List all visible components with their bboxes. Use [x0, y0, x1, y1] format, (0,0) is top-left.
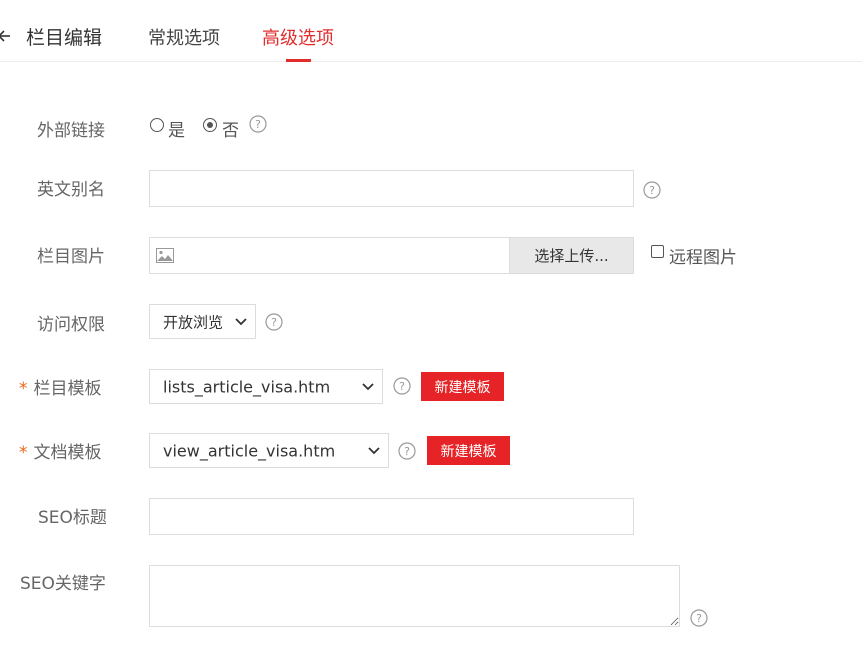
external-link-label: 外部链接	[37, 121, 105, 141]
english-alias-input[interactable]	[149, 170, 634, 207]
chevron-down-icon	[368, 446, 380, 454]
header-bar: 栏目编辑 常规选项 高级选项	[0, 0, 862, 62]
tab-advanced-options[interactable]: 高级选项	[262, 24, 334, 50]
help-icon[interactable]: ?	[690, 609, 708, 627]
help-icon[interactable]: ?	[265, 313, 283, 331]
access-select-value: 开放浏览	[163, 313, 224, 331]
svg-text:?: ?	[271, 316, 277, 329]
back-arrow-icon[interactable]	[0, 28, 12, 44]
external-link-yes-label[interactable]: 是	[168, 116, 185, 141]
required-mark: *	[19, 379, 28, 399]
access-select[interactable]: 开放浏览	[149, 304, 256, 339]
svg-text:?: ?	[399, 380, 405, 393]
external-link-no-radio[interactable]	[203, 118, 217, 132]
external-link-yes-radio[interactable]	[150, 118, 164, 132]
help-icon[interactable]: ?	[398, 442, 416, 460]
doc-template-label-text: 文档模板	[33, 443, 102, 463]
remote-image-label[interactable]: 远程图片	[669, 243, 737, 268]
seo-keywords-textarea[interactable]	[149, 565, 680, 627]
external-link-no-label[interactable]: 否	[222, 116, 239, 141]
svg-text:?: ?	[696, 612, 702, 625]
page-title: 栏目编辑	[26, 27, 103, 49]
image-icon	[156, 248, 174, 263]
column-image-label: 栏目图片	[37, 247, 105, 267]
select-upload-button[interactable]: 选择上传...	[509, 238, 633, 273]
access-label: 访问权限	[37, 315, 105, 335]
required-mark: *	[19, 443, 28, 463]
chevron-down-icon	[362, 382, 374, 390]
chevron-down-icon	[235, 317, 247, 325]
help-icon[interactable]: ?	[643, 181, 661, 199]
svg-text:?: ?	[255, 118, 261, 131]
column-template-select[interactable]: lists_article_visa.htm	[149, 369, 383, 404]
doc-template-label: * 文档模板	[19, 438, 102, 463]
svg-text:?: ?	[404, 445, 410, 458]
help-icon[interactable]: ?	[393, 377, 411, 395]
seo-title-input[interactable]	[149, 498, 634, 535]
new-doc-template-button[interactable]: 新建模板	[427, 436, 510, 465]
english-alias-label: 英文别名	[37, 180, 105, 200]
seo-keywords-label: SEO关键字	[20, 574, 106, 594]
doc-template-value: view_article_visa.htm	[163, 441, 336, 460]
seo-title-label: SEO标题	[38, 508, 107, 528]
column-template-label: * 栏目模板	[19, 374, 102, 399]
doc-template-select[interactable]: view_article_visa.htm	[149, 433, 389, 468]
help-icon[interactable]: ?	[249, 115, 267, 133]
remote-image-checkbox[interactable]	[651, 245, 664, 258]
active-tab-indicator	[286, 59, 311, 62]
tab-general-options[interactable]: 常规选项	[148, 24, 220, 50]
column-template-label-text: 栏目模板	[33, 379, 102, 399]
column-template-value: lists_article_visa.htm	[163, 377, 331, 396]
image-upload-field[interactable]: 选择上传...	[149, 237, 634, 274]
svg-text:?: ?	[649, 184, 655, 197]
new-column-template-button[interactable]: 新建模板	[421, 372, 504, 401]
